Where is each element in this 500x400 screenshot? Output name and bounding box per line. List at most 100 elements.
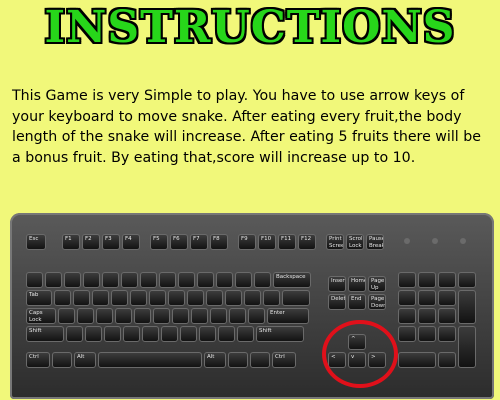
key-letter xyxy=(104,326,121,342)
key-numpad xyxy=(438,308,456,324)
key-letter xyxy=(161,326,178,342)
key-letter xyxy=(130,290,147,306)
key-shift-right: Shift xyxy=(256,326,304,342)
key-letter xyxy=(218,326,235,342)
key-shift-left: Shift xyxy=(26,326,64,342)
key-letter xyxy=(237,326,254,342)
key-numpad xyxy=(398,308,416,324)
key-number-row xyxy=(64,272,81,288)
key-letter xyxy=(187,290,204,306)
key-numpad xyxy=(458,272,476,288)
key-letter xyxy=(115,308,132,324)
key-letter xyxy=(248,308,265,324)
key-number-row xyxy=(235,272,252,288)
key-number-row xyxy=(102,272,119,288)
key-end: End xyxy=(348,294,366,310)
key-numpad xyxy=(438,326,456,342)
key-enter: Enter xyxy=(267,308,309,324)
instructions-text: This Game is very Simple to play. You ha… xyxy=(12,88,481,166)
key-f1: F1 xyxy=(62,234,80,250)
key-letter xyxy=(191,308,208,324)
key-page-up: Page Up xyxy=(368,276,386,292)
key-numpad xyxy=(398,272,416,288)
key-letter xyxy=(142,326,159,342)
key-letter xyxy=(134,308,151,324)
key-letter xyxy=(225,290,242,306)
key-letter xyxy=(199,326,216,342)
key-f6: F6 xyxy=(170,234,188,250)
key-print-screen: Print Screen xyxy=(326,234,344,250)
key-f10: F10 xyxy=(258,234,276,250)
key-number-row xyxy=(26,272,43,288)
key-f8: F8 xyxy=(210,234,228,250)
key-letter xyxy=(206,290,223,306)
key-letter xyxy=(172,308,189,324)
key-numpad-enter xyxy=(458,326,476,368)
key-letter xyxy=(123,326,140,342)
key-letter xyxy=(153,308,170,324)
key-letter xyxy=(244,290,261,306)
key-number-row xyxy=(178,272,195,288)
key-backslash xyxy=(282,290,310,306)
key-letter xyxy=(180,326,197,342)
key-delete: Delete xyxy=(328,294,346,310)
key-f2: F2 xyxy=(82,234,100,250)
keyboard-led xyxy=(432,238,438,244)
key-f4: F4 xyxy=(122,234,140,250)
key-win-right xyxy=(228,352,248,368)
key-numpad xyxy=(418,308,436,324)
key-win-left xyxy=(52,352,72,368)
key-pause: Pause Break xyxy=(366,234,384,250)
key-letter xyxy=(85,326,102,342)
key-letter xyxy=(58,308,75,324)
key-tab: Tab xyxy=(26,290,52,306)
key-f3: F3 xyxy=(102,234,120,250)
key-number-row xyxy=(159,272,176,288)
key-numpad-plus xyxy=(458,290,476,324)
key-letter xyxy=(210,308,227,324)
key-number-row xyxy=(254,272,271,288)
key-numpad-dot xyxy=(438,352,456,368)
key-f5: F5 xyxy=(150,234,168,250)
key-esc: Esc xyxy=(26,234,46,250)
key-letter xyxy=(77,308,94,324)
key-backspace: Backspace xyxy=(273,272,311,288)
key-caps-lock: Caps Lock xyxy=(26,308,56,324)
key-number-row xyxy=(45,272,62,288)
key-alt-right: Alt xyxy=(204,352,226,368)
key-number-row xyxy=(83,272,100,288)
key-f12: F12 xyxy=(298,234,316,250)
arrow-keys-highlight-circle xyxy=(322,320,398,388)
key-menu xyxy=(250,352,270,368)
key-f9: F9 xyxy=(238,234,256,250)
page-title: INSTRUCTIONS xyxy=(44,2,456,53)
key-insert: Insert xyxy=(328,276,346,292)
key-letter xyxy=(168,290,185,306)
key-numpad xyxy=(398,290,416,306)
key-number-row xyxy=(140,272,157,288)
key-f11: F11 xyxy=(278,234,296,250)
key-letter xyxy=(111,290,128,306)
key-alt-left: Alt xyxy=(74,352,96,368)
key-letter xyxy=(149,290,166,306)
instructions-panel: INSTRUCTIONS This Game is very Simple to… xyxy=(0,0,500,400)
key-ctrl-right: Ctrl xyxy=(272,352,296,368)
key-number-row xyxy=(216,272,233,288)
key-letter xyxy=(73,290,90,306)
key-number-row xyxy=(121,272,138,288)
keyboard-led xyxy=(404,238,410,244)
key-letter xyxy=(263,290,280,306)
key-letter xyxy=(92,290,109,306)
key-letter xyxy=(229,308,246,324)
key-number-row xyxy=(197,272,214,288)
key-ctrl-left: Ctrl xyxy=(26,352,50,368)
key-numpad-zero xyxy=(398,352,436,368)
key-letter xyxy=(54,290,71,306)
key-page-down: Page Down xyxy=(368,294,386,310)
key-numpad xyxy=(418,272,436,288)
keyboard-led xyxy=(460,238,466,244)
key-scroll-lock: Scroll Lock xyxy=(346,234,364,250)
key-space xyxy=(98,352,202,368)
key-f7: F7 xyxy=(190,234,208,250)
key-numpad xyxy=(438,272,456,288)
